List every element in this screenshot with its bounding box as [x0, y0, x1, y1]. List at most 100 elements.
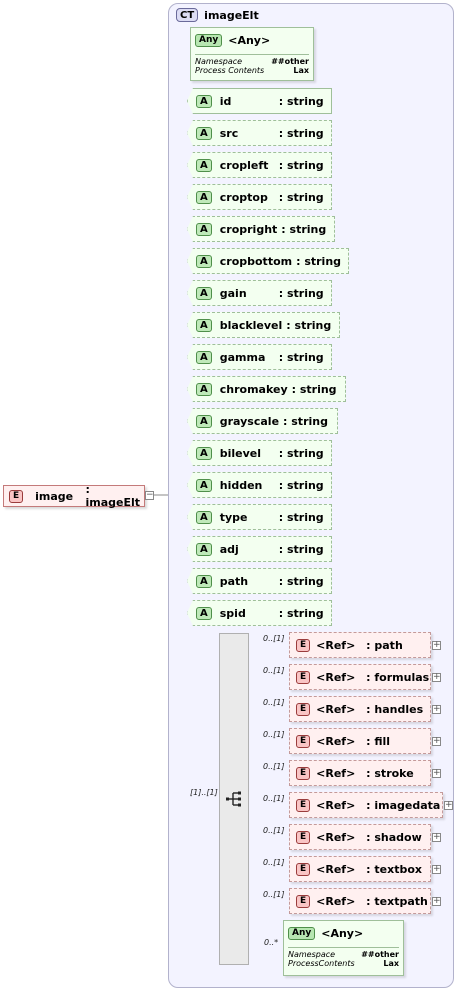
ref-cardinality: 0..[1] — [263, 666, 285, 675]
attribute-chromakey[interactable]: Achromakey: string — [187, 376, 346, 402]
ref-label: <Ref> — [316, 638, 356, 652]
sequence-icon — [226, 791, 241, 807]
attribute-badge: A — [196, 574, 212, 588]
ref-cardinality: 0..[1] — [263, 794, 285, 803]
ref-name: : handles — [366, 702, 424, 716]
element-badge: E — [9, 489, 24, 503]
ref-element-shadow[interactable]: E <Ref>: shadow — [289, 824, 431, 850]
ref-label: <Ref> — [316, 734, 356, 748]
ref-label: <Ref> — [316, 766, 356, 780]
expand-toggle-icon[interactable]: + — [432, 673, 441, 682]
attribute-badge: A — [196, 126, 212, 140]
expand-toggle-icon[interactable]: + — [432, 705, 441, 714]
ref-element-textpath[interactable]: E <Ref>: textpath — [289, 888, 431, 914]
attribute-croptop[interactable]: Acroptop: string — [187, 184, 332, 210]
attribute-grayscale[interactable]: Agrayscale: string — [187, 408, 338, 434]
attribute-name: src — [219, 126, 239, 140]
attribute-path[interactable]: Apath: string — [187, 568, 332, 594]
collapse-toggle-icon[interactable]: − — [145, 491, 154, 500]
ref-label: <Ref> — [316, 702, 356, 716]
attribute-gamma[interactable]: Agamma: string — [187, 344, 332, 370]
attribute-name: grayscale — [219, 414, 280, 428]
attribute-badge: A — [196, 286, 212, 300]
attribute-type: : string — [283, 414, 328, 428]
attribute-blacklevel[interactable]: Ablacklevel: string — [187, 312, 340, 338]
expand-toggle-icon[interactable]: + — [444, 801, 453, 810]
attribute-badge: A — [196, 542, 212, 556]
expand-toggle-icon[interactable]: + — [432, 737, 441, 746]
expand-toggle-icon[interactable]: + — [432, 641, 441, 650]
attribute-src[interactable]: Asrc : string — [187, 120, 332, 146]
element-badge: E — [296, 894, 311, 908]
attribute-id[interactable]: Aid: string — [187, 88, 332, 114]
complex-type-title: CT imageElt — [176, 7, 259, 23]
ref-element-stroke[interactable]: E <Ref>: stroke — [289, 760, 431, 786]
ref-element-textbox[interactable]: E <Ref>: textbox — [289, 856, 431, 882]
ref-name: : imagedata — [366, 798, 441, 812]
expand-toggle-icon[interactable]: + — [432, 897, 441, 906]
attribute-hidden[interactable]: Ahidden: string — [187, 472, 332, 498]
attribute-adj[interactable]: Aadj : string — [187, 536, 332, 562]
namespace-value: ##other — [271, 57, 309, 66]
any-cardinality: 0..* — [264, 938, 279, 947]
attribute-badge: A — [196, 382, 212, 396]
ref-label: <Ref> — [316, 798, 356, 812]
sequence-cardinality: [1]..[1] — [190, 788, 218, 797]
any-wildcard-bottom[interactable]: Any <Any> Namespace ##other ProcessConten… — [283, 920, 404, 976]
namespace-value: ##other — [361, 950, 399, 959]
attribute-name: id — [219, 94, 232, 108]
attribute-badge: A — [196, 606, 212, 620]
attribute-name: gain — [219, 286, 247, 300]
attribute-name: cropbottom — [219, 254, 293, 268]
any-wildcard-top[interactable]: Any <Any> Namespace ##other Process Conte… — [190, 27, 314, 81]
attribute-badge: A — [196, 350, 212, 364]
expand-toggle-icon[interactable]: + — [432, 865, 441, 874]
root-element-image[interactable]: E image : imageElt — [3, 483, 145, 509]
attribute-type: : string — [278, 350, 324, 364]
ref-name: : textbox — [366, 862, 422, 876]
process-contents-value: Lax — [383, 959, 399, 968]
attribute-badge: A — [196, 254, 212, 268]
attribute-name: cropleft — [219, 158, 269, 172]
attribute-cropleft[interactable]: Acropleft : string — [187, 152, 332, 178]
attribute-badge: A — [196, 158, 212, 172]
ref-cardinality: 0..[1] — [263, 634, 285, 643]
any-label: <Any> — [228, 33, 271, 47]
attribute-name: chromakey — [219, 382, 288, 396]
attribute-name: type — [219, 510, 248, 524]
attribute-cropright[interactable]: Acropright: string — [187, 216, 335, 242]
ref-label: <Ref> — [316, 670, 356, 684]
attribute-bilevel[interactable]: Abilevel: string — [187, 440, 332, 466]
attribute-gain[interactable]: Again : string — [187, 280, 332, 306]
element-badge: E — [296, 862, 311, 876]
attribute-type: : string — [278, 158, 324, 172]
complex-type-name: imageElt — [204, 8, 259, 22]
attribute-type: : string — [278, 542, 324, 556]
attribute-type[interactable]: Atype: string — [187, 504, 332, 530]
ref-element-imagedata[interactable]: E <Ref>: imagedata — [289, 792, 443, 818]
expand-toggle-icon[interactable]: + — [432, 833, 441, 842]
attribute-type: : string — [278, 190, 324, 204]
attribute-name: adj — [219, 542, 239, 556]
expand-toggle-icon[interactable]: + — [432, 769, 441, 778]
attribute-spid[interactable]: Aspid: string — [187, 600, 332, 626]
ref-element-formulas[interactable]: E <Ref>: formulas — [289, 664, 431, 690]
element-badge: E — [296, 766, 311, 780]
attribute-cropbottom[interactable]: Acropbottom: string — [187, 248, 349, 274]
ref-element-path[interactable]: E <Ref>: path — [289, 632, 431, 658]
ref-element-handles[interactable]: E <Ref>: handles — [289, 696, 431, 722]
element-badge: E — [296, 638, 311, 652]
attribute-type: : string — [286, 318, 332, 332]
attribute-type: : string — [278, 510, 324, 524]
attribute-name: croptop — [219, 190, 268, 204]
attribute-type: : string — [278, 286, 324, 300]
ref-cardinality: 0..[1] — [263, 730, 285, 739]
namespace-label: Namespace — [288, 950, 336, 959]
ref-label: <Ref> — [316, 894, 356, 908]
attribute-badge: A — [196, 446, 212, 460]
ref-element-fill[interactable]: E <Ref>: fill — [289, 728, 431, 754]
attribute-type: : string — [278, 126, 324, 140]
attribute-name: cropright — [219, 222, 278, 236]
any-badge: Any — [195, 33, 223, 47]
attribute-type: : string — [296, 254, 342, 268]
